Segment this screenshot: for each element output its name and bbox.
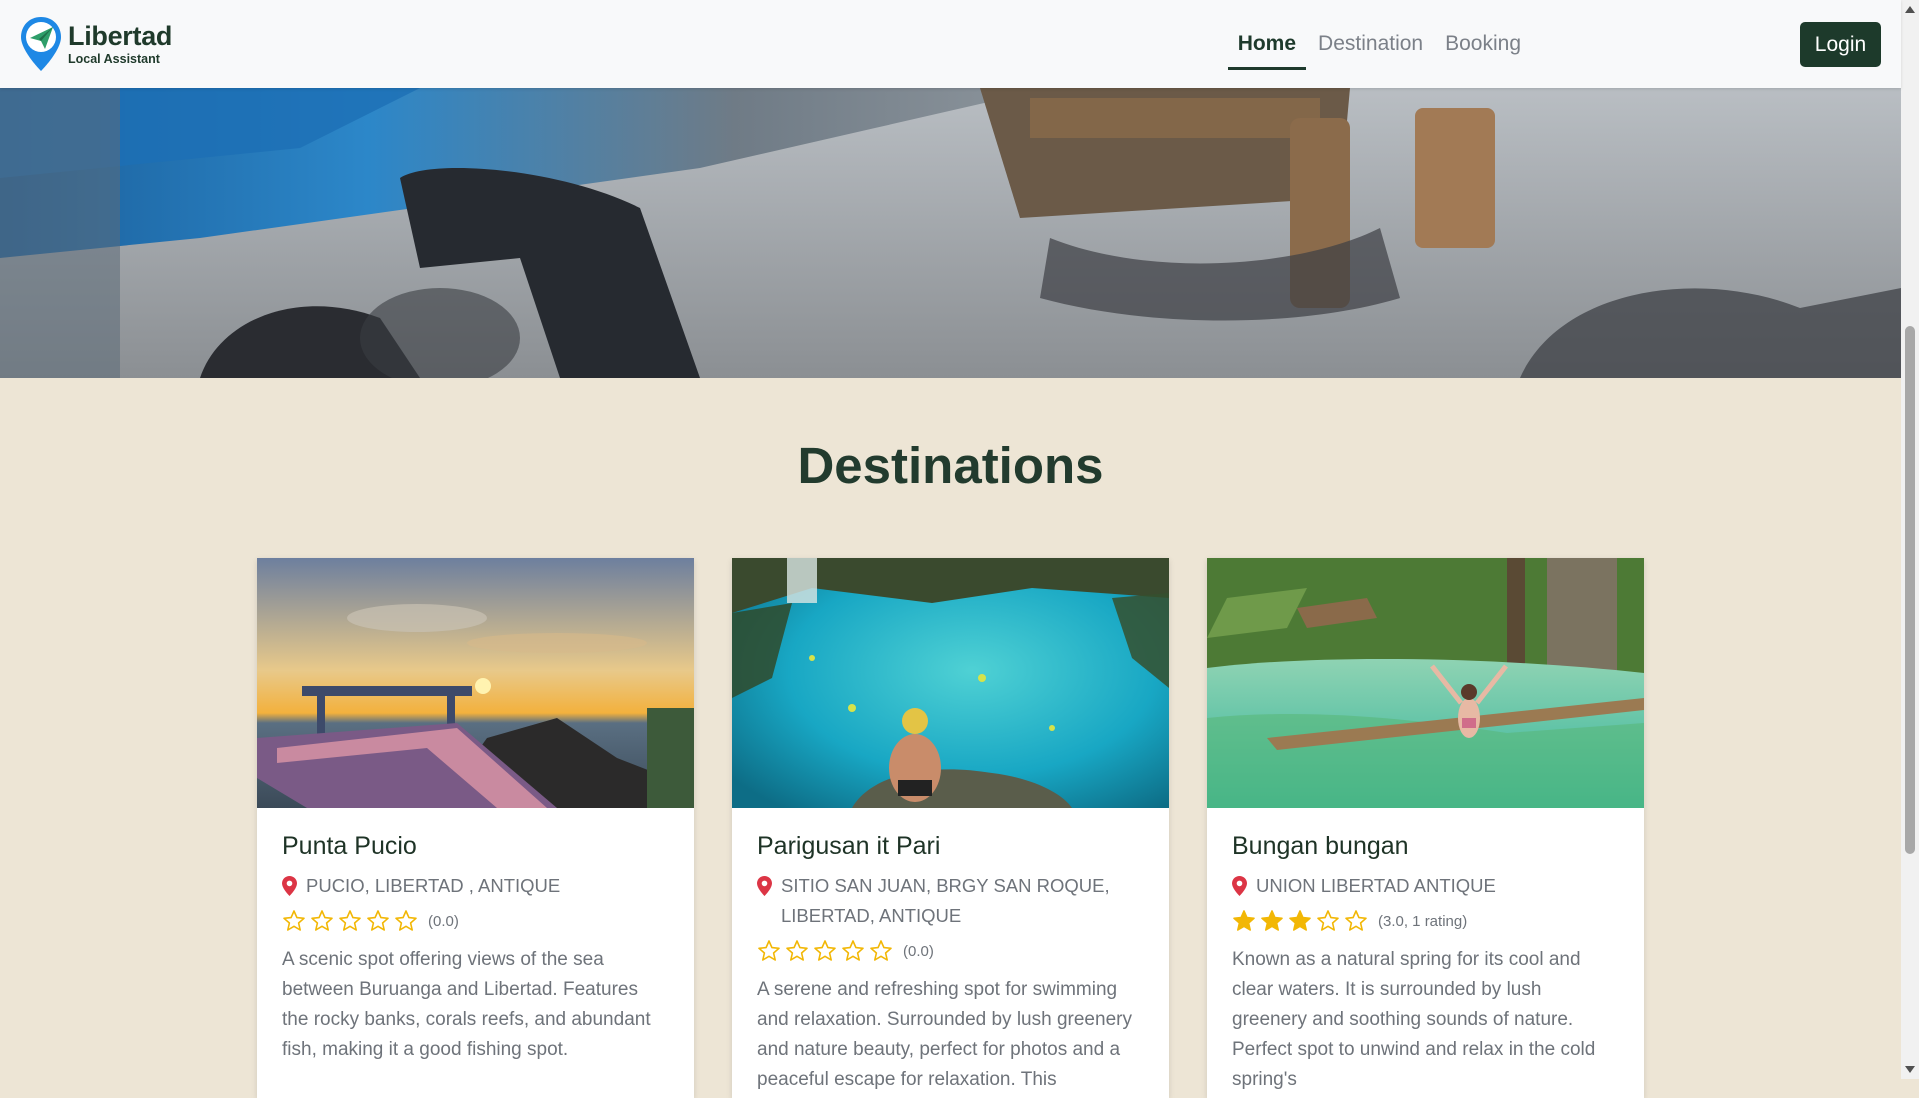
scroll-thumb[interactable] — [1905, 326, 1915, 854]
location-text: SITIO SAN JUAN, BRGY SAN ROQUE, LIBERTAD… — [781, 875, 1110, 926]
login-button[interactable]: Login — [1800, 22, 1881, 67]
destination-image — [1207, 558, 1644, 808]
nav-link-destination[interactable]: Destination — [1308, 24, 1433, 70]
location-text: UNION LIBERTAD ANTIQUE — [1256, 875, 1496, 896]
rating-stars: (3.0, 1 rating) — [1232, 909, 1619, 933]
star-icon — [1317, 910, 1339, 931]
brand-subtitle: Local Assistant — [68, 51, 160, 66]
destination-location: SITIO SAN JUAN, BRGY SAN ROQUE, LIBERTAD… — [757, 871, 1144, 931]
rating-text: (0.0) — [428, 912, 459, 930]
location-pin-icon — [1232, 876, 1247, 896]
star-icon — [842, 940, 864, 961]
scroll-up-arrow-icon[interactable] — [1905, 6, 1915, 13]
destination-name[interactable]: Punta Pucio — [282, 832, 669, 861]
star-icon — [311, 910, 333, 931]
star-icon — [339, 910, 361, 931]
brand-logo-icon — [21, 17, 61, 71]
destination-card[interactable]: Parigusan it Pari SITIO SAN JUAN, BRGY S… — [732, 558, 1169, 1098]
destination-name[interactable]: Parigusan it Pari — [757, 832, 1144, 861]
page-scrollbar[interactable] — [1901, 0, 1919, 1079]
rating-text: (0.0) — [903, 942, 934, 960]
destination-card[interactable]: Punta Pucio PUCIO, LIBERTAD , ANTIQUE (0… — [257, 558, 694, 1098]
location-pin-icon — [282, 876, 297, 896]
star-icon — [1289, 910, 1311, 931]
star-icon — [758, 940, 780, 961]
nav-link-home[interactable]: Home — [1227, 24, 1307, 70]
star-icon — [395, 910, 417, 931]
destination-description: Known as a natural spring for its cool a… — [1232, 949, 1596, 1090]
destination-name[interactable]: Bungan bungan — [1232, 832, 1619, 861]
scroll-down-arrow-icon[interactable] — [1905, 1066, 1915, 1073]
star-icon — [870, 940, 892, 961]
star-icon — [1233, 910, 1255, 931]
location-pin-icon — [757, 876, 772, 896]
destination-location: PUCIO, LIBERTAD , ANTIQUE — [282, 871, 669, 901]
rating-stars: (0.0) — [757, 939, 1144, 963]
nav-link-booking[interactable]: Booking — [1435, 24, 1531, 70]
rating-text: (3.0, 1 rating) — [1378, 912, 1468, 930]
destination-location: UNION LIBERTAD ANTIQUE — [1232, 871, 1619, 901]
section-title: Destinations — [797, 437, 1104, 494]
hero-image — [0, 88, 1901, 378]
brand[interactable]: Libertad Local Assistant — [20, 16, 172, 72]
destination-image — [257, 558, 694, 808]
destination-description: A scenic spot offering views of the sea … — [282, 949, 651, 1060]
star-icon — [1261, 910, 1283, 931]
nav-links: Home Destination Booking — [1226, 24, 1531, 70]
brand-name: Libertad — [68, 20, 173, 51]
destination-image — [732, 558, 1169, 808]
rating-stars: (0.0) — [282, 909, 669, 933]
location-text: PUCIO, LIBERTAD , ANTIQUE — [306, 875, 561, 896]
top-navbar: Libertad Local Assistant Home Destinatio… — [0, 0, 1901, 88]
star-icon — [1345, 910, 1367, 931]
star-icon — [367, 910, 389, 931]
star-icon — [283, 910, 305, 931]
destination-card[interactable]: Bungan bungan UNION LIBERTAD ANTIQUE (3.… — [1207, 558, 1644, 1098]
destination-description: A serene and refreshing spot for swimmin… — [757, 979, 1132, 1090]
star-icon — [814, 940, 836, 961]
star-icon — [786, 940, 808, 961]
